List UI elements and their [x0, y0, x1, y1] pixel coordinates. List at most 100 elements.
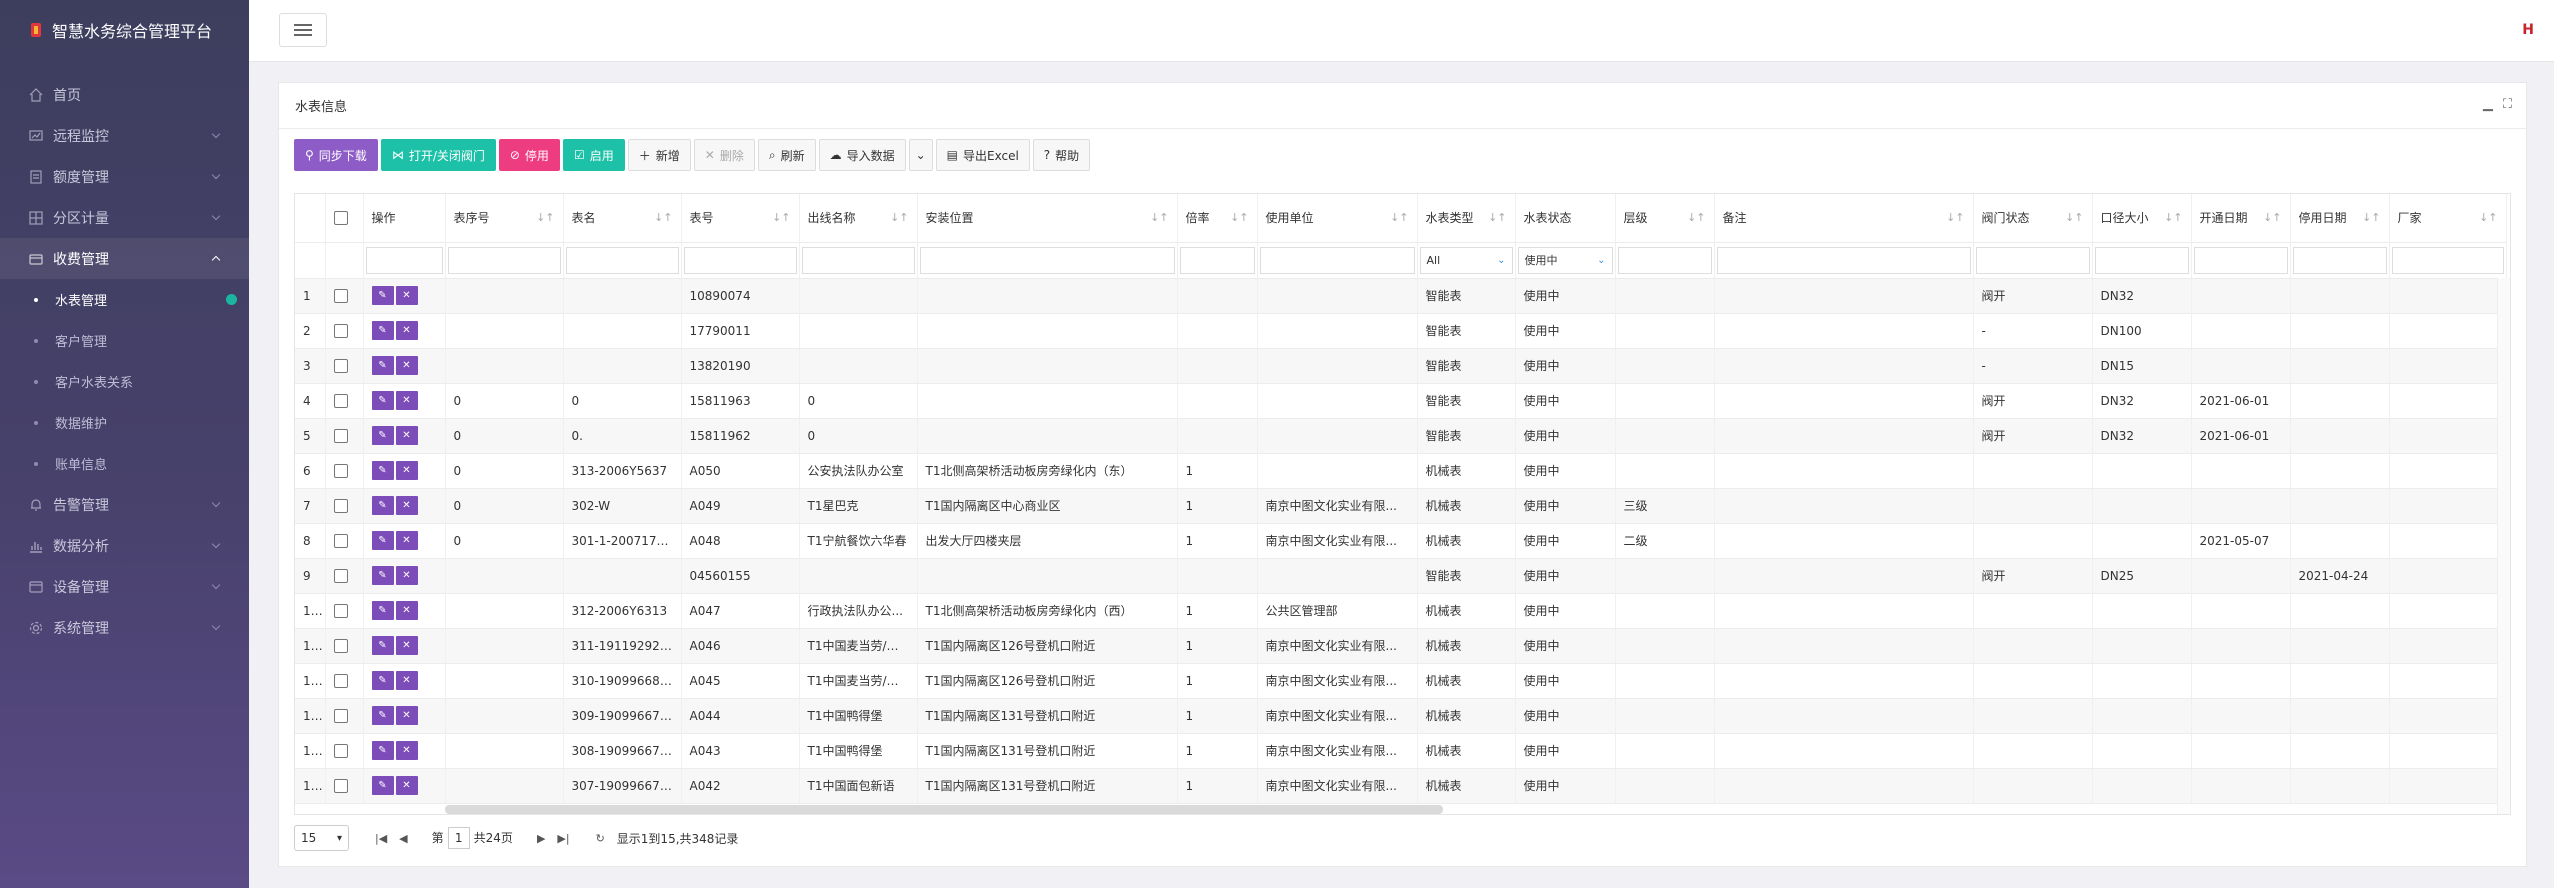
table-row[interactable]: 1 ✎ ✕ 10890074 智能表 使用中 阀开 DN32 [295, 278, 2507, 314]
sort-icon[interactable]: ↓↑ [1687, 211, 1705, 224]
meter-status-filter-select[interactable]: 使用中 ⌄ [1517, 246, 1613, 274]
row-select-cell[interactable] [325, 383, 364, 419]
fullscreen-icon[interactable]: ⛶ [2503, 97, 2512, 112]
sidebar-subitem-customer-meter-relation[interactable]: 客户水表关系 [0, 361, 249, 402]
delete-button[interactable]: ✕ 删除 [693, 139, 755, 171]
row-checkbox[interactable] [333, 358, 348, 373]
filter-input[interactable] [2094, 246, 2189, 274]
remove-icon[interactable]: ✕ [395, 461, 418, 480]
edit-icon[interactable]: ✎ [371, 741, 394, 760]
row-select-cell[interactable] [325, 733, 364, 769]
import-data-button[interactable]: ☁ 导入数据 [818, 139, 906, 171]
help-button[interactable]: ? 帮助 [1032, 139, 1091, 171]
edit-icon[interactable]: ✎ [371, 286, 394, 305]
table-row[interactable]: 14 ✎ ✕ 308-190996678(... A043 T1中国鸭得堡 T1国内隔离区1… [295, 733, 2507, 769]
sort-icon[interactable]: ↓↑ [654, 211, 672, 224]
row-checkbox[interactable] [333, 673, 348, 688]
import-dropdown-button[interactable]: ⌄ [908, 139, 933, 171]
remove-icon[interactable]: ✕ [395, 391, 418, 410]
filter-input[interactable] [1179, 246, 1255, 274]
header-cell[interactable]: 层级 ↓↑ [1615, 194, 1715, 243]
row-checkbox[interactable] [333, 498, 348, 513]
header-cell[interactable]: 表名 ↓↑ [563, 194, 682, 243]
remove-icon[interactable]: ✕ [395, 426, 418, 445]
header-cell[interactable]: 倍率 ↓↑ [1177, 194, 1258, 243]
filter-input[interactable] [919, 246, 1175, 274]
remove-icon[interactable]: ✕ [395, 356, 418, 375]
sidebar-item-system[interactable]: 系统管理 [0, 607, 249, 648]
remove-icon[interactable]: ✕ [395, 671, 418, 690]
edit-icon[interactable]: ✎ [371, 321, 394, 340]
edit-icon[interactable]: ✎ [371, 391, 394, 410]
menu-toggle-button[interactable] [279, 13, 327, 47]
page-size-select[interactable]: 15 ▾ [294, 825, 349, 851]
edit-icon[interactable]: ✎ [371, 566, 394, 585]
header-cell[interactable]: 表号 ↓↑ [681, 194, 800, 243]
filter-input[interactable] [2193, 246, 2288, 274]
row-select-cell[interactable] [325, 348, 364, 384]
remove-icon[interactable]: ✕ [395, 636, 418, 655]
table-row[interactable]: 11 ✎ ✕ 311-191192922... A046 T1中国麦当劳/中... T1国内… [295, 628, 2507, 664]
edit-icon[interactable]: ✎ [371, 496, 394, 515]
sidebar-item-remote-monitor[interactable]: 远程监控 [0, 115, 249, 156]
edit-icon[interactable]: ✎ [371, 706, 394, 725]
row-select-cell[interactable] [325, 768, 364, 804]
sort-icon[interactable]: ↓↑ [1390, 211, 1408, 224]
remove-icon[interactable]: ✕ [395, 321, 418, 340]
table-row[interactable]: 3 ✎ ✕ 13820190 智能表 使用中 - DN15 [295, 348, 2507, 384]
header-cell[interactable]: 开通日期 ↓↑ [2191, 194, 2291, 243]
enable-button[interactable]: ☑ 启用 [562, 139, 625, 171]
row-select-cell[interactable] [325, 278, 364, 314]
row-checkbox[interactable] [333, 393, 348, 408]
prev-page-icon[interactable]: ◀ [399, 832, 407, 845]
export-excel-button[interactable]: ▤ 导出Excel [935, 139, 1030, 171]
row-checkbox[interactable] [333, 708, 348, 723]
reload-icon[interactable]: ↻ [596, 832, 605, 845]
sort-icon[interactable]: ↓↑ [1946, 211, 1964, 224]
row-select-cell[interactable] [325, 523, 364, 559]
edit-icon[interactable]: ✎ [371, 426, 394, 445]
sidebar-item-data-analysis[interactable]: 数据分析 [0, 525, 249, 566]
sidebar-item-zone-metering[interactable]: 分区计量 [0, 197, 249, 238]
sort-icon[interactable]: ↓↑ [1150, 211, 1168, 224]
remove-icon[interactable]: ✕ [395, 601, 418, 620]
row-select-cell[interactable] [325, 418, 364, 454]
sort-icon[interactable]: ↓↑ [772, 211, 790, 224]
sync-download-button[interactable]: ⚲ 同步下载 [294, 139, 378, 171]
brand[interactable]: 智慧水务综合管理平台 [0, 0, 249, 60]
edit-icon[interactable]: ✎ [371, 601, 394, 620]
filter-input[interactable] [365, 246, 443, 274]
header-cell[interactable]: 水表状态 [1515, 194, 1616, 243]
table-row[interactable]: 15 ✎ ✕ 307-190996677... A042 T1中国面包新语 T1国内隔离区1… [295, 768, 2507, 804]
disable-button[interactable]: ⊘ 停用 [498, 139, 560, 171]
row-select-cell[interactable] [325, 313, 364, 349]
remove-icon[interactable]: ✕ [395, 741, 418, 760]
refresh-button[interactable]: ⌕ 刷新 [757, 139, 816, 171]
remove-icon[interactable]: ✕ [395, 531, 418, 550]
table-row[interactable]: 5 ✎ ✕ 0 0. 15811962 0 智能表 使用中 阀开 DN32 2021-06-01 [295, 418, 2507, 454]
sidebar-item-quota[interactable]: 额度管理 [0, 156, 249, 197]
header-cell[interactable]: 水表类型 ↓↑ [1417, 194, 1516, 243]
row-checkbox[interactable] [333, 288, 348, 303]
row-checkbox[interactable] [333, 323, 348, 338]
header-cell[interactable]: 使用单位 ↓↑ [1257, 194, 1418, 243]
edit-icon[interactable]: ✎ [371, 671, 394, 690]
sort-icon[interactable]: ↓↑ [2263, 211, 2281, 224]
sidebar-subitem-bill-info[interactable]: 账单信息 [0, 443, 249, 484]
row-select-cell[interactable] [325, 488, 364, 524]
sort-icon[interactable]: ↓↑ [2065, 211, 2083, 224]
filter-input[interactable] [447, 246, 561, 274]
filter-input[interactable] [1975, 246, 2090, 274]
sidebar-subitem-data-maintenance[interactable]: 数据维护 [0, 402, 249, 443]
table-row[interactable]: 8 ✎ ✕ 0 301-1-20071718... A048 T1宁航餐饮六华春 出发大厅四楼… [295, 523, 2507, 559]
minimize-icon[interactable]: ▁ [2483, 97, 2493, 112]
edit-icon[interactable]: ✎ [371, 776, 394, 795]
table-row[interactable]: 4 ✎ ✕ 0 0 15811963 0 智能表 使用中 阀开 DN32 2021-06-01 [295, 383, 2507, 419]
filter-input[interactable] [1259, 246, 1415, 274]
filter-input[interactable] [1716, 246, 1971, 274]
table-row[interactable]: 9 ✎ ✕ 04560155 智能表 使用中 阀开 DN25 2021-04-24 [295, 558, 2507, 594]
row-checkbox[interactable] [333, 638, 348, 653]
sidebar-item-home[interactable]: 首页 [0, 74, 249, 115]
meter-type-filter-select[interactable]: All ⌄ [1419, 246, 1513, 274]
row-checkbox[interactable] [333, 463, 348, 478]
